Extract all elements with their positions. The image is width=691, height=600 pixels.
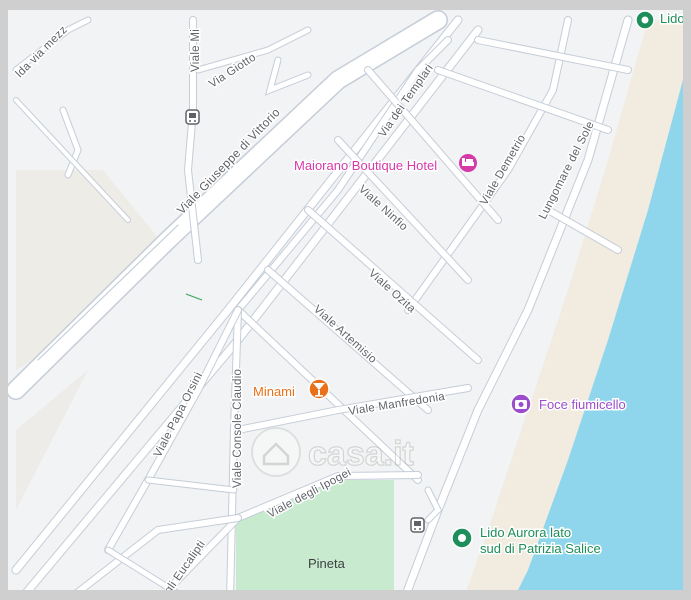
top-right-label: Lido (660, 11, 685, 26)
bed-icon (459, 154, 477, 172)
lido-label-line2: sud di Patrizia Salice (480, 541, 601, 556)
cocktail-icon (308, 378, 330, 400)
minami-label: Minami (253, 384, 295, 399)
poi-foce-fiumicello[interactable]: Foce fiumicello (510, 393, 627, 415)
lido-label-line1: Lido Aurora lato (480, 525, 571, 540)
bus-stop-icon[interactable] (410, 517, 425, 533)
label-viale-mi: Viale Mi (190, 29, 202, 72)
watermark: casa.it (251, 427, 414, 477)
map-canvas[interactable]: casa.it lda via mezz Viale Mi Via Giotto… (8, 10, 691, 600)
foce-label: Foce fiumicello (539, 397, 626, 412)
bus-stop-icon[interactable] (185, 109, 200, 125)
label-viale-console-claudio: Viale Console Claudio (232, 369, 244, 488)
svg-text:casa.it: casa.it (308, 435, 414, 473)
place-dot-icon (451, 527, 473, 549)
label-pineta: Pineta (308, 556, 346, 571)
map-frame[interactable]: casa.it lda via mezz Viale Mi Via Giotto… (0, 0, 691, 600)
place-dot-icon (635, 10, 655, 30)
camera-icon (510, 393, 532, 415)
hotel-label: Maiorano Boutique Hotel (294, 158, 437, 173)
